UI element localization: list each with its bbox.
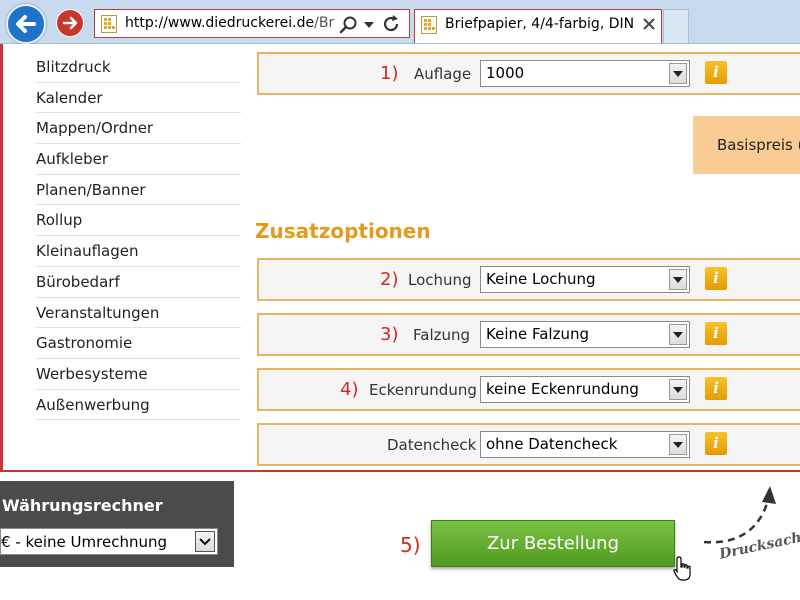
chevron-down-icon [199, 538, 211, 546]
option-label-auflage: Auflage [414, 65, 472, 83]
falzung-select[interactable]: Keine Falzung [480, 321, 690, 348]
category-sidebar: Blitzdruck Kalender Mappen/Ordner Aufkle… [36, 52, 241, 421]
address-url-path: /Bri [314, 15, 335, 31]
info-icon[interactable]: i [705, 322, 727, 345]
chevron-down-icon [673, 442, 683, 448]
step-number: 3) [380, 324, 399, 345]
forward-button[interactable] [56, 9, 84, 37]
datencheck-select[interactable]: ohne Datencheck [480, 431, 690, 458]
step-number: 5) [400, 533, 421, 557]
sidebar-item-rollup[interactable]: Rollup [36, 205, 241, 237]
sidebar-item-planen-banner[interactable]: Planen/Banner [36, 175, 241, 206]
refresh-icon[interactable] [382, 15, 402, 33]
eckenrundung-select[interactable]: keine Eckenrundung [480, 376, 690, 403]
sidebar-item-blitzdruck[interactable]: Blitzdruck [36, 52, 241, 83]
info-icon[interactable]: i [705, 432, 727, 455]
chevron-down-icon [673, 71, 683, 77]
option-row-auflage: 1) Auflage 1000 i [257, 52, 800, 95]
sidebar-item-werbesysteme[interactable]: Werbesysteme [36, 359, 241, 390]
option-label-falzung: Falzung [413, 326, 471, 344]
site-favicon-icon [421, 16, 437, 34]
option-label-lochung: Lochung [408, 271, 472, 289]
auflage-select[interactable]: 1000 [480, 60, 690, 87]
select-value: 1000 [486, 64, 525, 82]
sidebar-item-kleinauflagen[interactable]: Kleinauflagen [36, 236, 241, 267]
order-button[interactable]: Zur Bestellung [431, 520, 675, 567]
currency-select[interactable]: € - keine Umrechnung [0, 528, 218, 555]
chevron-down-icon[interactable] [364, 22, 374, 28]
chevron-down-icon [673, 332, 683, 338]
sidebar-item-aussenwerbung[interactable]: Außenwerbung [36, 390, 241, 421]
arrow-left-icon [16, 15, 36, 33]
step-number: 2) [380, 269, 399, 290]
select-value: keine Eckenrundung [486, 380, 639, 398]
sidebar-item-aufkleber[interactable]: Aufkleber [36, 144, 241, 175]
address-url-host: http://www.diedruckerei.de [125, 15, 315, 31]
select-value: Keine Falzung [486, 325, 590, 343]
basispreis-label: Basispreis (n [717, 136, 800, 154]
address-url[interactable]: http://www.diedruckerei.de/Bri [125, 15, 335, 31]
option-label-eckenrundung: Eckenrundung [369, 381, 477, 399]
sidebar-item-mappen-ordner[interactable]: Mappen/Ordner [36, 113, 241, 145]
currency-converter-panel: Währungsrechner € - keine Umrechnung [0, 481, 234, 567]
close-icon[interactable] [641, 16, 657, 32]
chevron-down-icon [673, 387, 683, 393]
chevron-down-icon [673, 277, 683, 283]
select-value: Keine Lochung [486, 270, 596, 288]
sidebar-item-buerobedarf[interactable]: Bürobedarf [36, 267, 241, 298]
page-content: Blitzdruck Kalender Mappen/Ordner Aufkle… [0, 44, 800, 472]
option-row-eckenrundung: 4) Eckenrundung keine Eckenrundung i [257, 368, 800, 411]
select-dropdown-button[interactable] [195, 531, 215, 552]
site-favicon-icon [101, 15, 117, 33]
select-dropdown-button[interactable] [669, 379, 687, 400]
browser-toolbar: http://www.diedruckerei.de/Bri Briefpapi… [0, 0, 800, 44]
info-icon[interactable]: i [705, 267, 727, 290]
option-row-datencheck: Datencheck ohne Datencheck i [257, 423, 800, 466]
address-bar[interactable]: http://www.diedruckerei.de/Bri [94, 9, 410, 38]
select-value: ohne Datencheck [486, 435, 618, 453]
option-row-falzung: 3) Falzung Keine Falzung i [257, 313, 800, 356]
section-heading-zusatzoptionen: Zusatzoptionen [255, 219, 431, 243]
search-icon[interactable] [339, 16, 359, 34]
select-dropdown-button[interactable] [669, 63, 687, 84]
select-dropdown-button[interactable] [669, 434, 687, 455]
select-dropdown-button[interactable] [669, 269, 687, 290]
lochung-select[interactable]: Keine Lochung [480, 266, 690, 293]
info-icon[interactable]: i [705, 377, 727, 400]
sidebar-item-gastronomie[interactable]: Gastronomie [36, 328, 241, 359]
tab-title: Briefpapier, 4/4-farbig, DIN... [445, 16, 635, 32]
basispreis-box: Basispreis (n [693, 116, 800, 174]
info-icon[interactable]: i [705, 61, 727, 84]
browser-tab-active[interactable]: Briefpapier, 4/4-farbig, DIN... [414, 9, 662, 43]
hand-cursor-icon [673, 556, 691, 581]
new-tab-button[interactable] [663, 9, 689, 43]
option-label-datencheck: Datencheck [387, 436, 477, 454]
arrow-right-icon [62, 16, 78, 30]
back-button[interactable] [6, 4, 46, 44]
select-dropdown-button[interactable] [669, 324, 687, 345]
option-row-lochung: 2) Lochung Keine Lochung i [257, 258, 800, 301]
currency-converter-title: Währungsrechner [2, 496, 163, 515]
sidebar-item-kalender[interactable]: Kalender [36, 83, 241, 114]
step-number: 4) [340, 379, 359, 400]
select-value: € - keine Umrechnung [1, 533, 167, 551]
step-number: 1) [380, 63, 399, 84]
sidebar-item-veranstaltungen[interactable]: Veranstaltungen [36, 298, 241, 329]
